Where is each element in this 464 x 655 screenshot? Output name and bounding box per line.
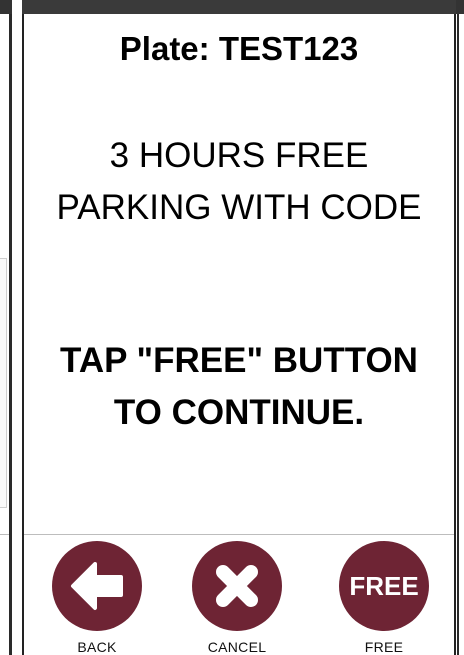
instruction-text: TAP "FREE" BUTTON TO CONTINUE. [22,335,456,439]
back-label: BACK [77,639,117,655]
message-line-2: PARKING WITH CODE [56,188,422,227]
cancel-button[interactable]: CANCEL [177,540,297,655]
free-parking-message: 3 HOURS FREE PARKING WITH CODE [22,130,456,234]
close-icon [192,541,282,631]
arrow-left-icon [52,541,142,631]
adjacent-panel-edge [0,0,14,655]
adjacent-panel-divider [0,534,9,535]
cancel-label: CANCEL [207,639,267,655]
parking-panel: Plate: TEST123 3 HOURS FREE PARKING WITH… [22,0,456,655]
plate-title: Plate: TEST123 [119,30,359,67]
instruction-line-2: TO CONTINUE. [113,393,365,432]
instruction-line-1: TAP "FREE" BUTTON [60,341,418,380]
back-button[interactable]: BACK [37,540,157,655]
message-line-1: 3 HOURS FREE [109,136,369,175]
adjacent-panel-content [0,258,7,508]
adjacent-panel-edge-right [456,0,464,655]
right-border [457,14,459,655]
adjacent-panel-header [0,0,12,14]
actions-divider [24,534,454,535]
right-header-bar [456,0,464,14]
free-label: FREE [364,639,404,655]
panel-header-bar [22,0,456,14]
free-badge-icon: FREE [339,541,429,631]
free-button[interactable]: FREE FREE [324,540,444,655]
free-icon-text: FREE [349,570,419,601]
action-bar: BACK CANCEL FREE FREE [22,540,456,655]
adjacent-panel-border [9,14,12,655]
